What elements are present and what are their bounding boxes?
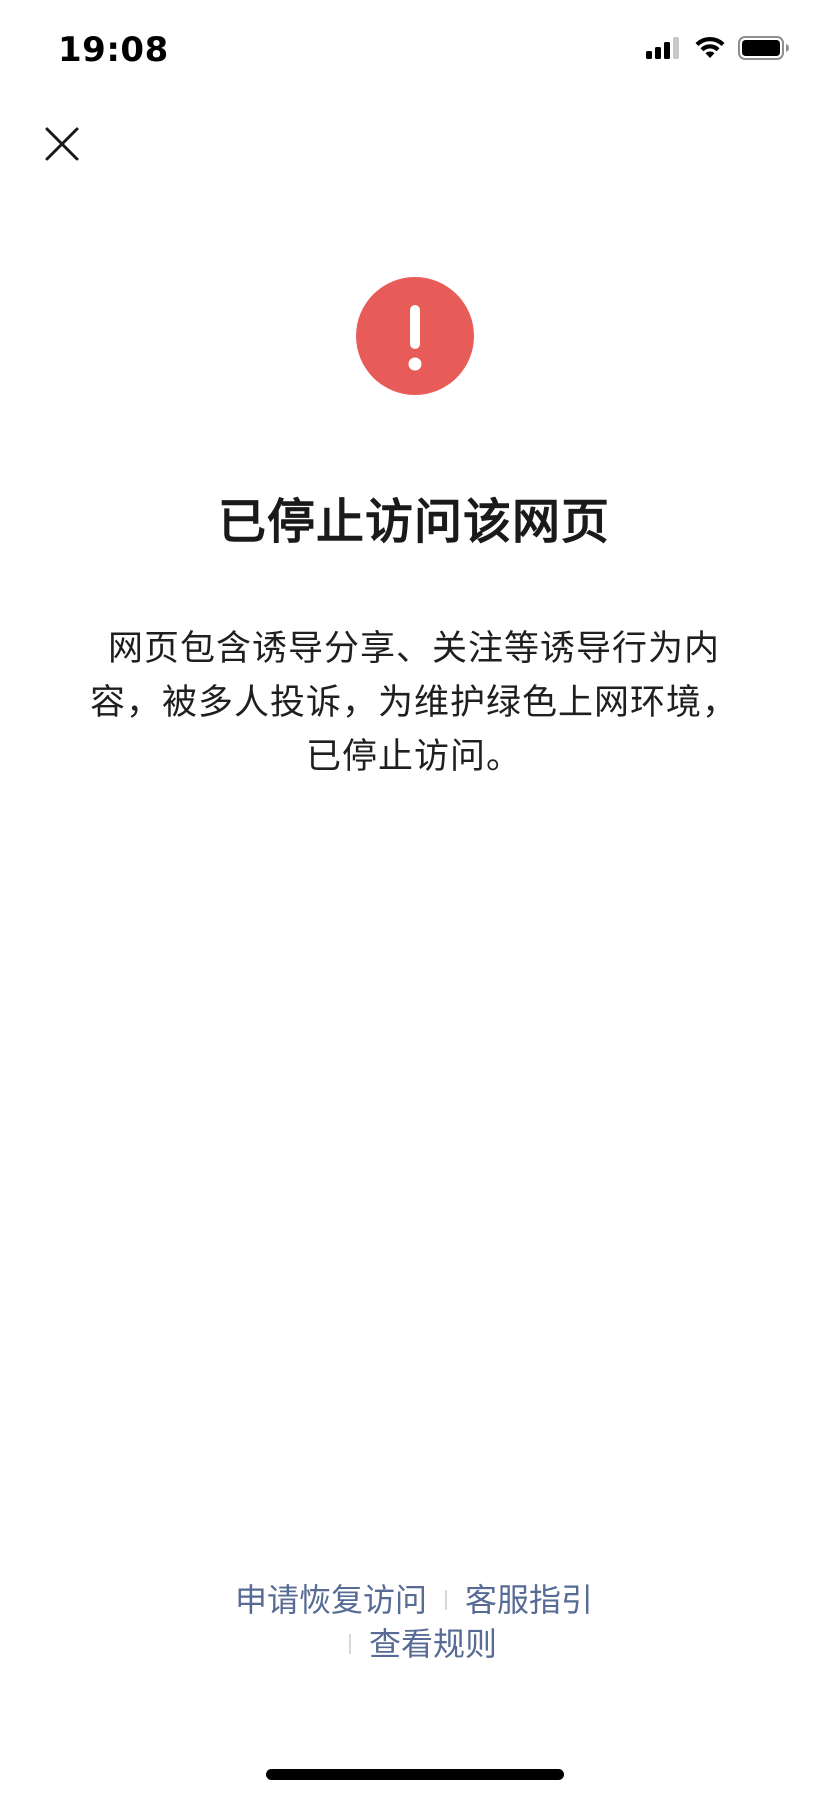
alert-badge xyxy=(356,277,474,395)
status-time: 19:08 xyxy=(58,30,169,70)
footer-links: 申请恢复访问 客服指引 查看规则 xyxy=(0,1578,828,1666)
close-icon xyxy=(45,127,79,165)
support-guide-link[interactable]: 客服指引 xyxy=(465,1578,593,1622)
footer-row-1: 申请恢复访问 客服指引 xyxy=(0,1578,828,1622)
battery-icon xyxy=(738,36,790,64)
divider xyxy=(348,1634,351,1654)
close-button[interactable] xyxy=(36,120,88,172)
page-title: 已停止访问该网页 xyxy=(217,494,610,550)
view-rules-link[interactable]: 查看规则 xyxy=(369,1622,497,1666)
divider xyxy=(445,1590,447,1610)
blocked-description: 网页包含诱导分享、关注等诱导行为内容，被多人投诉，为维护绿色上网环境，已停止访问… xyxy=(89,629,738,777)
home-indicator[interactable] xyxy=(266,1769,564,1780)
wifi-icon xyxy=(694,36,726,64)
status-icons xyxy=(646,36,790,64)
footer-row-2: 查看规则 xyxy=(0,1622,828,1666)
status-bar: 19:08 xyxy=(0,0,828,100)
apply-restore-link[interactable]: 申请恢复访问 xyxy=(235,1578,427,1622)
cellular-signal-icon xyxy=(646,37,682,63)
